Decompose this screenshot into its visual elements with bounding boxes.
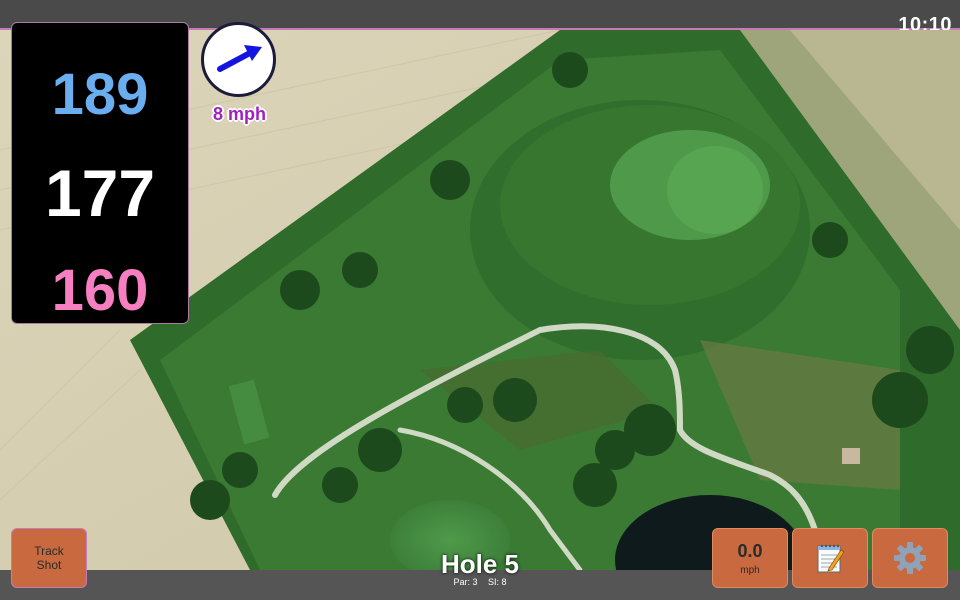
arrow-icon bbox=[217, 45, 262, 72]
gear-icon bbox=[894, 542, 926, 574]
hole-info: Par: 3 SI: 8 bbox=[380, 577, 580, 587]
notepad-icon bbox=[817, 544, 845, 573]
speed-unit: mph bbox=[740, 564, 760, 576]
hole-par: Par: 3 bbox=[453, 577, 478, 587]
speed-value: 0.0 bbox=[737, 540, 763, 561]
middle-distance: 177 bbox=[44, 156, 156, 230]
hole-title: Hole 5 bbox=[440, 549, 520, 579]
settings-button[interactable] bbox=[872, 528, 948, 588]
track-shot-button[interactable]: Track Shot bbox=[11, 528, 87, 588]
wind-speed: 8 mph bbox=[212, 104, 266, 124]
speed-button[interactable]: 0.0 mph bbox=[712, 528, 788, 588]
distance-panel: 189 177 160 bbox=[11, 22, 189, 324]
hole-stroke-index: SI: 8 bbox=[488, 577, 507, 587]
back-distance: 189 bbox=[51, 62, 149, 127]
track-shot-label-line1: Track bbox=[34, 544, 64, 558]
notes-button[interactable] bbox=[792, 528, 868, 588]
track-shot-label-line2: Shot bbox=[36, 558, 62, 572]
wind-indicator bbox=[201, 22, 276, 97]
front-distance: 160 bbox=[51, 258, 149, 323]
